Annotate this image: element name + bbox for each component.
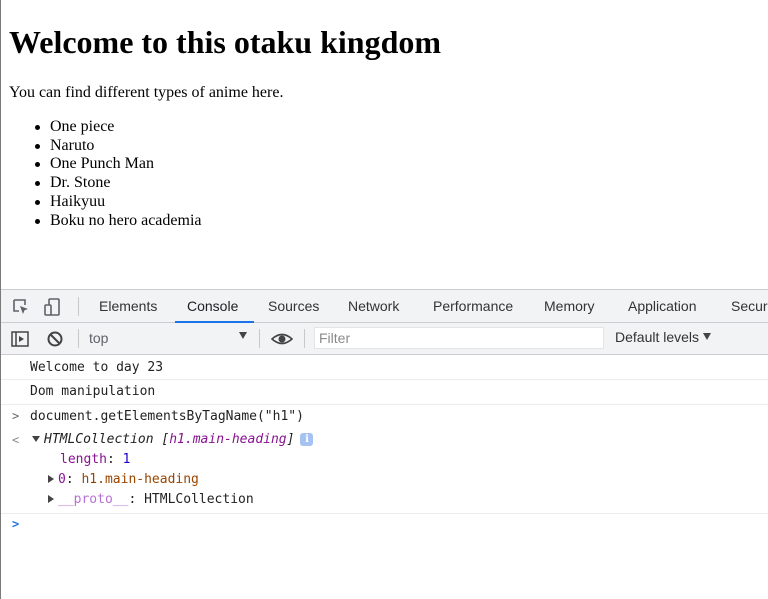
- console-output: Welcome to day 23 Dom manipulation > doc…: [1, 356, 768, 599]
- devtools-tab-bar: Elements Console Sources Network Perform…: [1, 289, 768, 323]
- console-result-block: < HTMLCollection [h1.main-heading] i leng…: [1, 430, 768, 514]
- tab-network[interactable]: Network: [348, 290, 399, 322]
- toolbar-separator: [78, 329, 79, 348]
- tab-console[interactable]: Console: [187, 290, 238, 322]
- property-key: 0: [58, 472, 66, 487]
- list-item: One Punch Man: [33, 155, 202, 174]
- device-toolbar-icon[interactable]: [43, 297, 63, 317]
- property-value: h1.main-heading: [81, 472, 199, 487]
- tab-performance[interactable]: Performance: [433, 290, 513, 322]
- anime-list: One piece Naruto One Punch Man Dr. Stone…: [33, 118, 202, 230]
- live-expression-eye-icon[interactable]: [271, 329, 293, 349]
- console-log-message: Dom manipulation: [1, 380, 768, 405]
- page-heading: Welcome to this otaku kingdom: [9, 24, 442, 60]
- command-text: document.getElementsByTagName("h1"): [30, 409, 304, 424]
- expand-triangle-icon: [32, 436, 40, 442]
- chevron-down-icon: [239, 332, 247, 339]
- property-length: length: 1: [60, 452, 131, 467]
- tab-elements[interactable]: Elements: [99, 290, 157, 322]
- chevron-down-icon: [703, 333, 712, 340]
- clear-console-icon[interactable]: [45, 329, 65, 349]
- tab-separator: [78, 297, 79, 316]
- input-prompt-icon: >: [12, 409, 20, 423]
- console-input-command: > document.getElementsByTagName("h1"): [1, 405, 768, 430]
- console-toolbar: top Default levels: [1, 323, 768, 355]
- devtools-panel: Elements Console Sources Network Perform…: [1, 289, 768, 599]
- result-arrow-icon: <: [12, 433, 20, 447]
- tab-application[interactable]: Application: [628, 290, 697, 322]
- result-element: h1.main-heading: [169, 432, 287, 447]
- property-proto[interactable]: __proto__: HTMLCollection: [48, 492, 254, 507]
- result-summary[interactable]: HTMLCollection [h1.main-heading] i: [32, 432, 314, 447]
- tab-sources[interactable]: Sources: [268, 290, 319, 322]
- list-item: One piece: [33, 118, 202, 137]
- property-key: length: [60, 452, 107, 467]
- property-value: 1: [122, 452, 131, 467]
- page-content: Welcome to this otaku kingdom You can fi…: [9, 0, 768, 290]
- log-levels-dropdown[interactable]: Default levels: [615, 329, 712, 345]
- console-prompt[interactable]: >: [1, 514, 768, 538]
- tab-memory[interactable]: Memory: [544, 290, 595, 322]
- inspect-element-icon[interactable]: [11, 297, 31, 317]
- expand-triangle-icon: [48, 475, 54, 483]
- list-item: Boku no hero academia: [33, 212, 202, 231]
- toolbar-separator: [259, 329, 260, 348]
- context-selector[interactable]: top: [85, 327, 253, 349]
- tab-security[interactable]: Secur: [731, 290, 768, 322]
- result-type: HTMLCollection: [44, 432, 154, 447]
- toolbar-separator: [304, 329, 305, 348]
- property-key: __proto__: [58, 492, 129, 507]
- console-log-message: Welcome to day 23: [1, 356, 768, 380]
- property-item-0[interactable]: 0: h1.main-heading: [48, 472, 199, 487]
- info-icon[interactable]: i: [300, 433, 314, 446]
- property-value: HTMLCollection: [144, 492, 254, 507]
- filter-input[interactable]: [314, 327, 604, 349]
- list-item: Haikyuu: [33, 193, 202, 212]
- log-text: Welcome to day 23: [30, 360, 164, 375]
- log-levels-label: Default levels: [615, 329, 700, 345]
- list-item: Naruto: [33, 137, 202, 156]
- context-label: top: [89, 330, 109, 346]
- log-text: Dom manipulation: [30, 384, 156, 399]
- expand-triangle-icon: [48, 495, 54, 503]
- page-paragraph: You can find different types of anime he…: [9, 84, 284, 101]
- show-sidebar-icon[interactable]: [10, 329, 30, 349]
- prompt-caret-icon: >: [12, 517, 20, 531]
- list-item: Dr. Stone: [33, 174, 202, 193]
